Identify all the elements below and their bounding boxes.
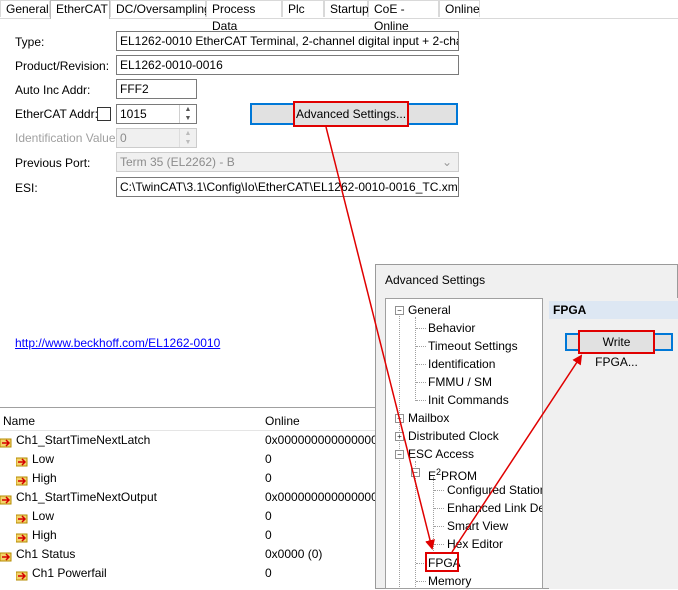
annotation-arrows (325, 126, 583, 553)
arrow-to-fpga-node (325, 126, 435, 550)
arrow-to-write-fpga (451, 354, 583, 553)
